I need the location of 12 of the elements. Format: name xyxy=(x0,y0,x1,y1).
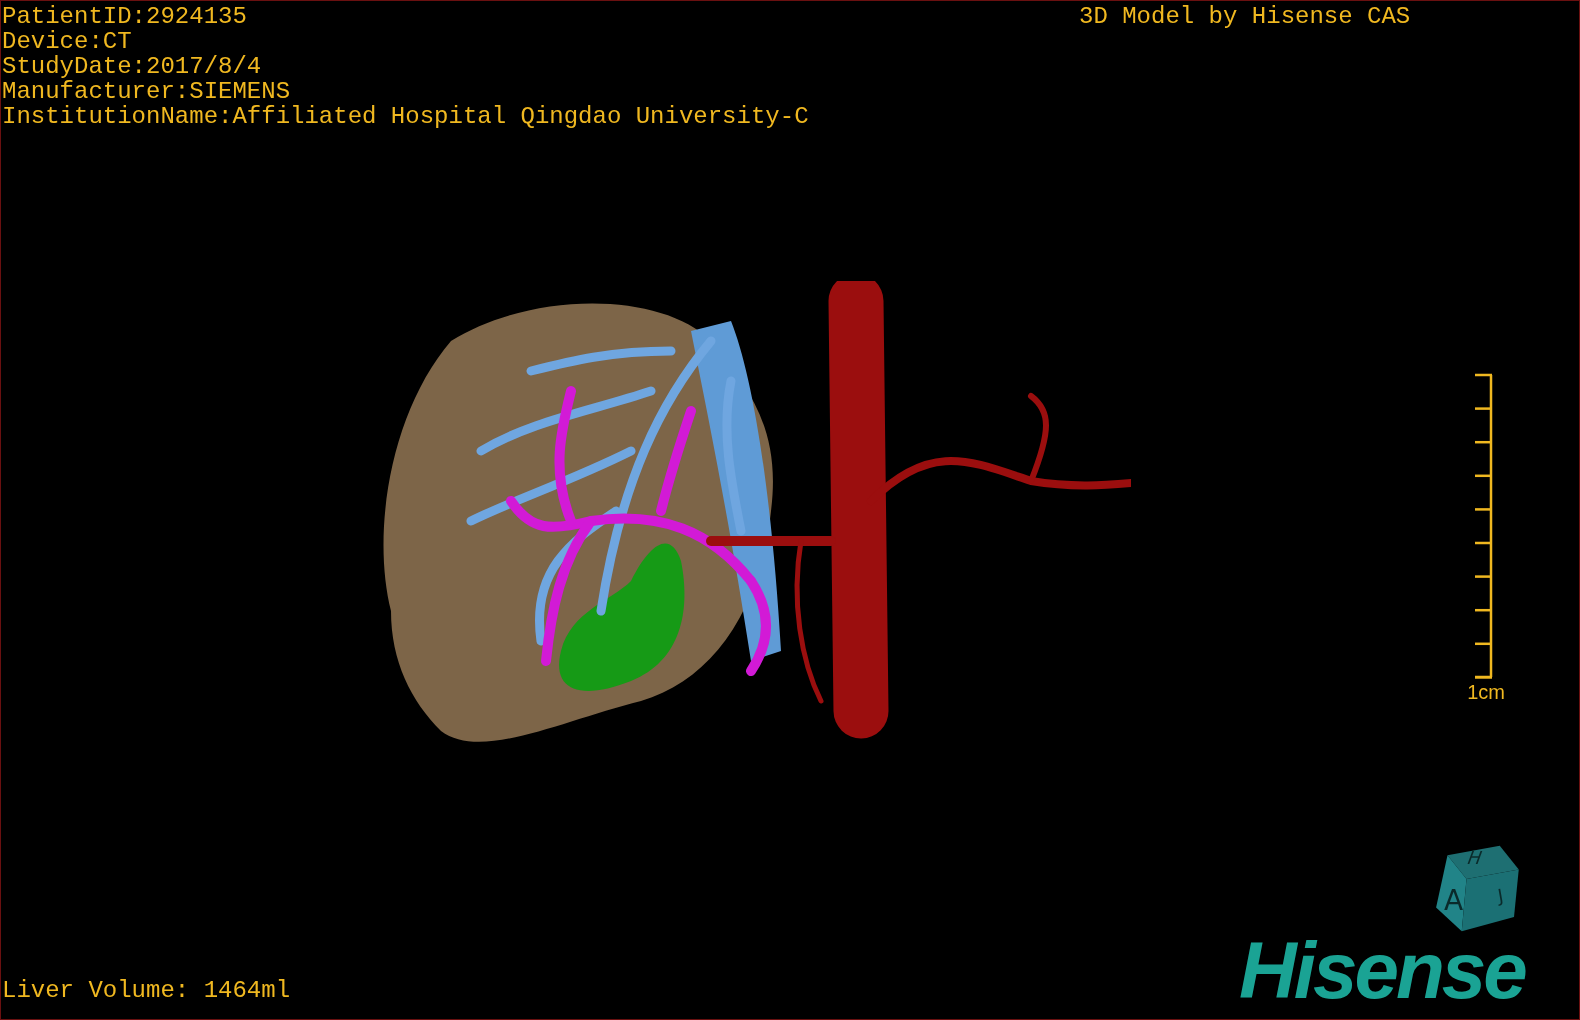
3d-viewport[interactable]: PatientID:2924135 Device:CT StudyDate:2017/8/4 Manufacturer:SIEMENS InstitutionName:Affiliated Hospital Qingdao University-C 3D Model by Hisense CAS 1cm Liver Volume: 1464ml H A J Hisense xyxy=(0,0,1580,1020)
info-line: Device:CT xyxy=(2,29,133,54)
cube-face-label: H xyxy=(1464,849,1485,867)
info-line: InstitutionName:Affiliated Hospital Qingdao University-C xyxy=(2,104,809,129)
info-line: PatientID:2924135 xyxy=(2,4,248,29)
viewer-title: 3D Model by Hisense CAS xyxy=(1079,4,1411,29)
scale-label: 1cm xyxy=(1467,681,1505,703)
info-line: Manufacturer:SIEMENS xyxy=(2,79,292,104)
info-line: StudyDate:2017/8/4 xyxy=(2,54,263,79)
liver-volume-label: Liver Volume: 1464ml xyxy=(2,978,291,1003)
cube-face-label: A xyxy=(1444,887,1464,915)
cube-face-label: J xyxy=(1496,886,1505,906)
